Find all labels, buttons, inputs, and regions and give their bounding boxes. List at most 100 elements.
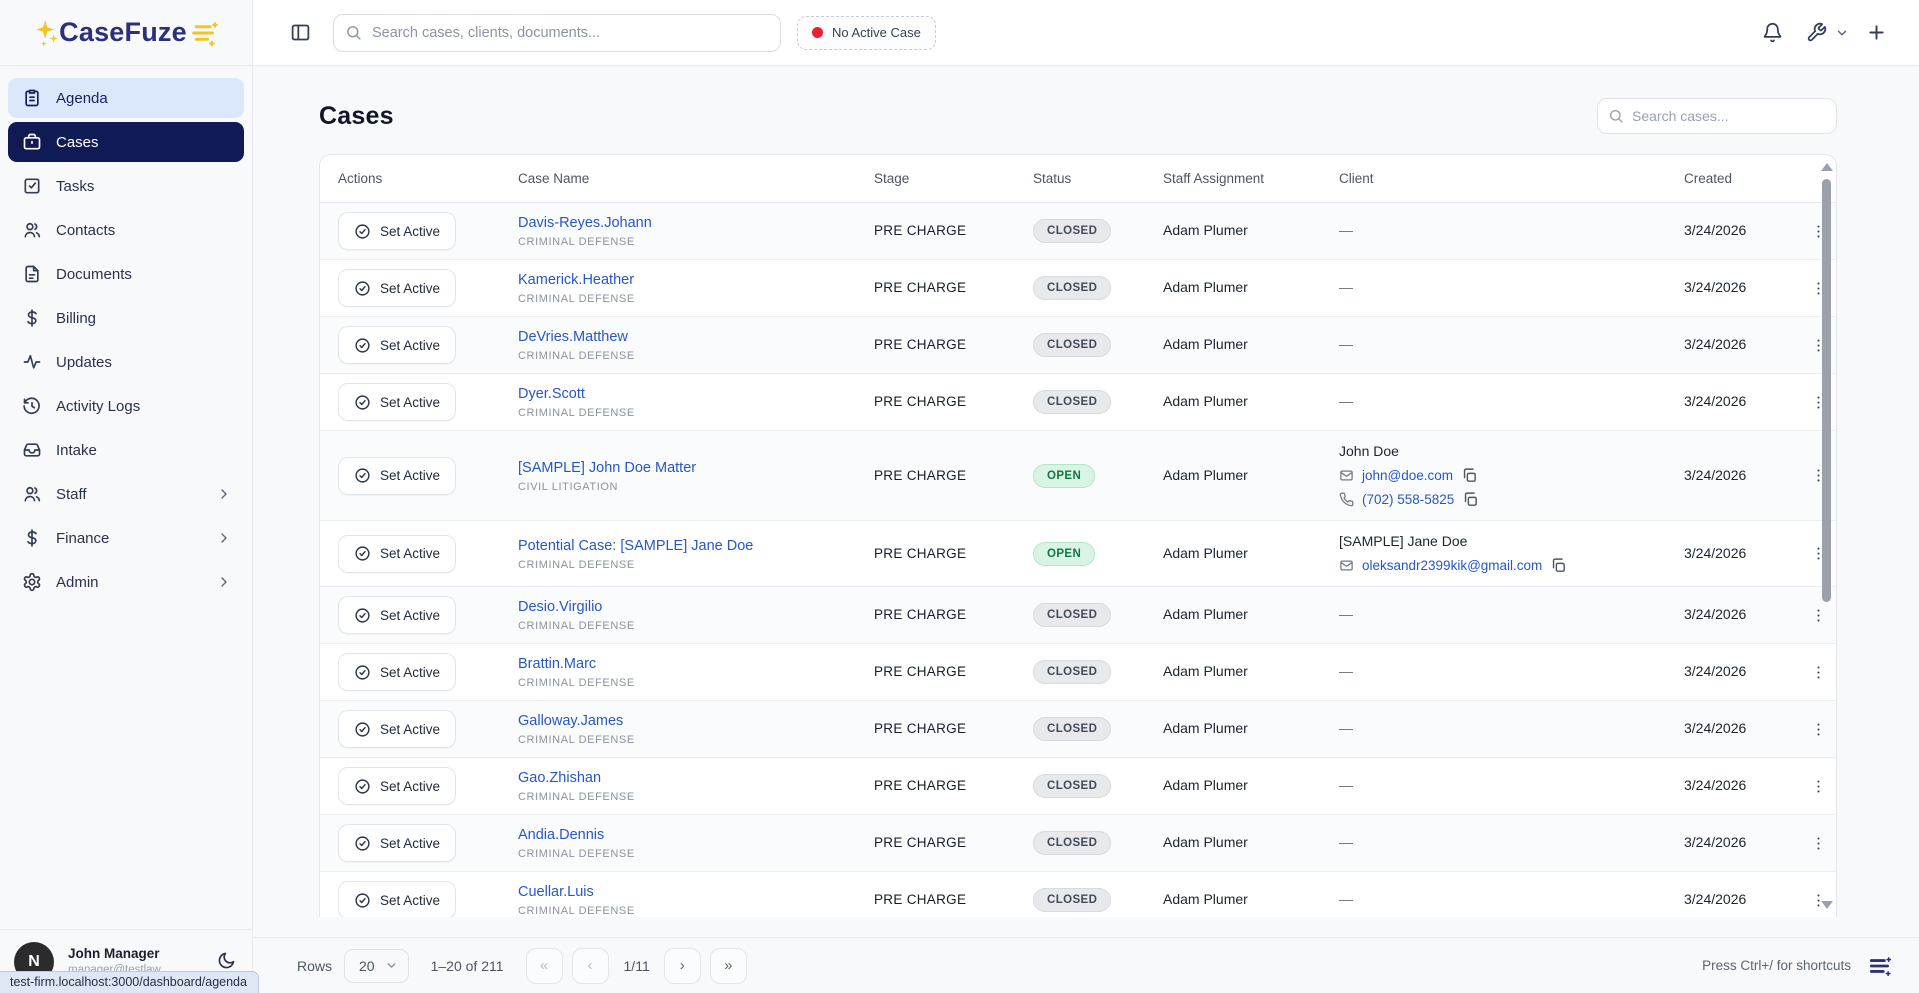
sidebar-item-documents[interactable]: Documents [8, 254, 244, 294]
clipboard-icon [25, 89, 39, 107]
set-active-button[interactable]: Set Active [338, 383, 457, 421]
table-search-input[interactable] [1597, 98, 1837, 134]
case-stage: PRE CHARGE [874, 607, 967, 622]
mail-icon [1340, 560, 1353, 571]
prev-page-button[interactable]: ‹ [571, 947, 609, 984]
scrollbar-up-arrow[interactable] [1821, 163, 1833, 171]
users-icon [24, 222, 41, 238]
case-name-link[interactable]: DeVries.Matthew [518, 329, 628, 345]
notifications-button[interactable] [1755, 16, 1789, 50]
case-name-link[interactable]: Kamerick.Heather [518, 272, 634, 288]
scrollbar-down-arrow[interactable] [1821, 901, 1833, 909]
created-date: 3/24/2026 [1684, 777, 1747, 793]
shortcuts-lines-icon[interactable] [1867, 953, 1893, 979]
case-name-link[interactable]: Andia.Dennis [518, 827, 604, 843]
tools-menu-button[interactable] [1799, 16, 1849, 50]
case-name-link[interactable]: Brattin.Marc [518, 656, 596, 672]
set-active-button[interactable]: Set Active [338, 269, 457, 307]
case-name-link[interactable]: [SAMPLE] John Doe Matter [518, 460, 696, 476]
client-email-link[interactable]: oleksandr2399kik@gmail.com [1362, 558, 1542, 573]
sidebar-item-cases[interactable]: Cases [8, 122, 244, 162]
sidebar-item-label: Finance [56, 529, 110, 547]
case-name-link[interactable]: Desio.Virgilio [518, 599, 602, 615]
pagination-bar: Rows 20 1–20 of 211 « ‹ 1/11 › » Press C… [253, 937, 1919, 993]
add-new-button[interactable] [1859, 16, 1893, 50]
created-date: 3/24/2026 [1684, 544, 1747, 561]
table-scrollbar [1819, 157, 1834, 915]
sidebar-item-staff[interactable]: Staff [8, 474, 244, 514]
table-row: Set Active Dyer.Scott CRIMINAL DEFENSE PRE … [320, 374, 1836, 431]
scrollbar-thumb[interactable] [1822, 179, 1831, 602]
sidebar-item-admin[interactable]: Admin [8, 562, 244, 602]
table-row: Set Active Galloway.James CRIMINAL DEFENSE… [320, 701, 1836, 758]
client-email-link[interactable]: john@doe.com [1362, 468, 1453, 483]
staff-assignment: Adam Plumer [1163, 891, 1248, 907]
dark-mode-toggle[interactable] [216, 951, 238, 973]
sidebar-item-updates[interactable]: Updates [8, 342, 244, 382]
case-name-link[interactable]: Gao.Zhishan [518, 770, 601, 786]
rows-per-page-select[interactable]: 20 [344, 948, 409, 983]
sidebar-item-agenda[interactable]: Agenda [8, 78, 244, 118]
set-active-button[interactable]: Set Active [338, 212, 457, 250]
table-body: Set Active Davis-Reyes.Johann CRIMINAL DEF… [320, 203, 1836, 917]
created-date: 3/24/2026 [1684, 891, 1747, 907]
mail-icon [1339, 558, 1354, 573]
client-empty: — [1339, 606, 1353, 622]
set-active-button[interactable]: Set Active [338, 710, 457, 748]
briefcase-icon [22, 132, 42, 152]
client-phone-link[interactable]: (702) 558-5825 [1362, 492, 1454, 507]
case-stage: PRE CHARGE [874, 892, 967, 907]
case-practice-area: CRIMINAL DEFENSE [518, 677, 635, 689]
sidebar-item-activity-logs[interactable]: Activity Logs [8, 386, 244, 426]
check-square-icon [22, 176, 42, 196]
sidebar-toggle-button[interactable] [283, 16, 317, 50]
set-active-button[interactable]: Set Active [338, 456, 457, 495]
case-name-link[interactable]: Cuellar.Luis [518, 884, 594, 900]
next-page-button[interactable]: › [663, 947, 701, 984]
app-logo: CaseFuze [0, 0, 252, 66]
staff-assignment: Adam Plumer [1163, 834, 1248, 850]
set-active-button[interactable]: Set Active [338, 326, 457, 364]
table-row: Set Active DeVries.Matthew CRIMINAL DEFENS… [320, 317, 1836, 374]
created-date: 3/24/2026 [1684, 663, 1747, 679]
copy-email-button[interactable] [1550, 557, 1567, 574]
set-active-button[interactable]: Set Active [338, 653, 457, 691]
global-search-input[interactable] [333, 13, 781, 52]
set-active-button[interactable]: Set Active [338, 767, 457, 805]
first-page-button[interactable]: « [525, 947, 563, 984]
circle-check-icon [355, 280, 370, 296]
sidebar-item-billing[interactable]: Billing [8, 298, 244, 338]
column-header-stage: Stage [874, 171, 910, 186]
set-active-label: Set Active [380, 468, 441, 483]
copy-email-button[interactable] [1461, 467, 1478, 484]
page-indicator: 1/11 [623, 957, 650, 974]
active-case-badge[interactable]: No Active Case [797, 15, 936, 50]
phone-icon [1339, 492, 1354, 507]
set-active-button[interactable]: Set Active [338, 596, 457, 634]
table-row: Set Active Cuellar.Luis CRIMINAL DEFENSE PR… [320, 872, 1836, 917]
column-header-client: Client [1339, 171, 1374, 186]
case-name-link[interactable]: Potential Case: [SAMPLE] Jane Doe [518, 538, 753, 554]
sidebar-item-finance[interactable]: Finance [8, 518, 244, 558]
created-date: 3/24/2026 [1684, 222, 1747, 238]
set-active-button[interactable]: Set Active [338, 824, 457, 862]
staff-assignment: Adam Plumer [1163, 606, 1248, 622]
case-name-link[interactable]: Galloway.James [518, 713, 623, 729]
activity-icon [22, 352, 42, 372]
set-active-button[interactable]: Set Active [338, 534, 457, 573]
user-name: John Manager [68, 945, 160, 961]
sidebar-item-label: Billing [56, 309, 97, 327]
sidebar-item-intake[interactable]: Intake [8, 430, 244, 470]
set-active-button[interactable]: Set Active [338, 881, 457, 917]
copy-icon [1553, 558, 1566, 572]
client-name: John Doe [1339, 443, 1399, 459]
sidebar-item-contacts[interactable]: Contacts [8, 210, 244, 250]
users-icon [24, 486, 41, 502]
column-header-staff-assignment: Staff Assignment [1163, 171, 1265, 186]
sidebar-item-tasks[interactable]: Tasks [8, 166, 244, 206]
case-name-link[interactable]: Dyer.Scott [518, 386, 585, 402]
copy-phone-button[interactable] [1462, 491, 1479, 508]
case-name-link[interactable]: Davis-Reyes.Johann [518, 215, 652, 231]
last-page-button[interactable]: » [709, 947, 747, 984]
sidebar: CaseFuze Agenda Cases Tasks Contacts Documen… [0, 0, 259, 993]
